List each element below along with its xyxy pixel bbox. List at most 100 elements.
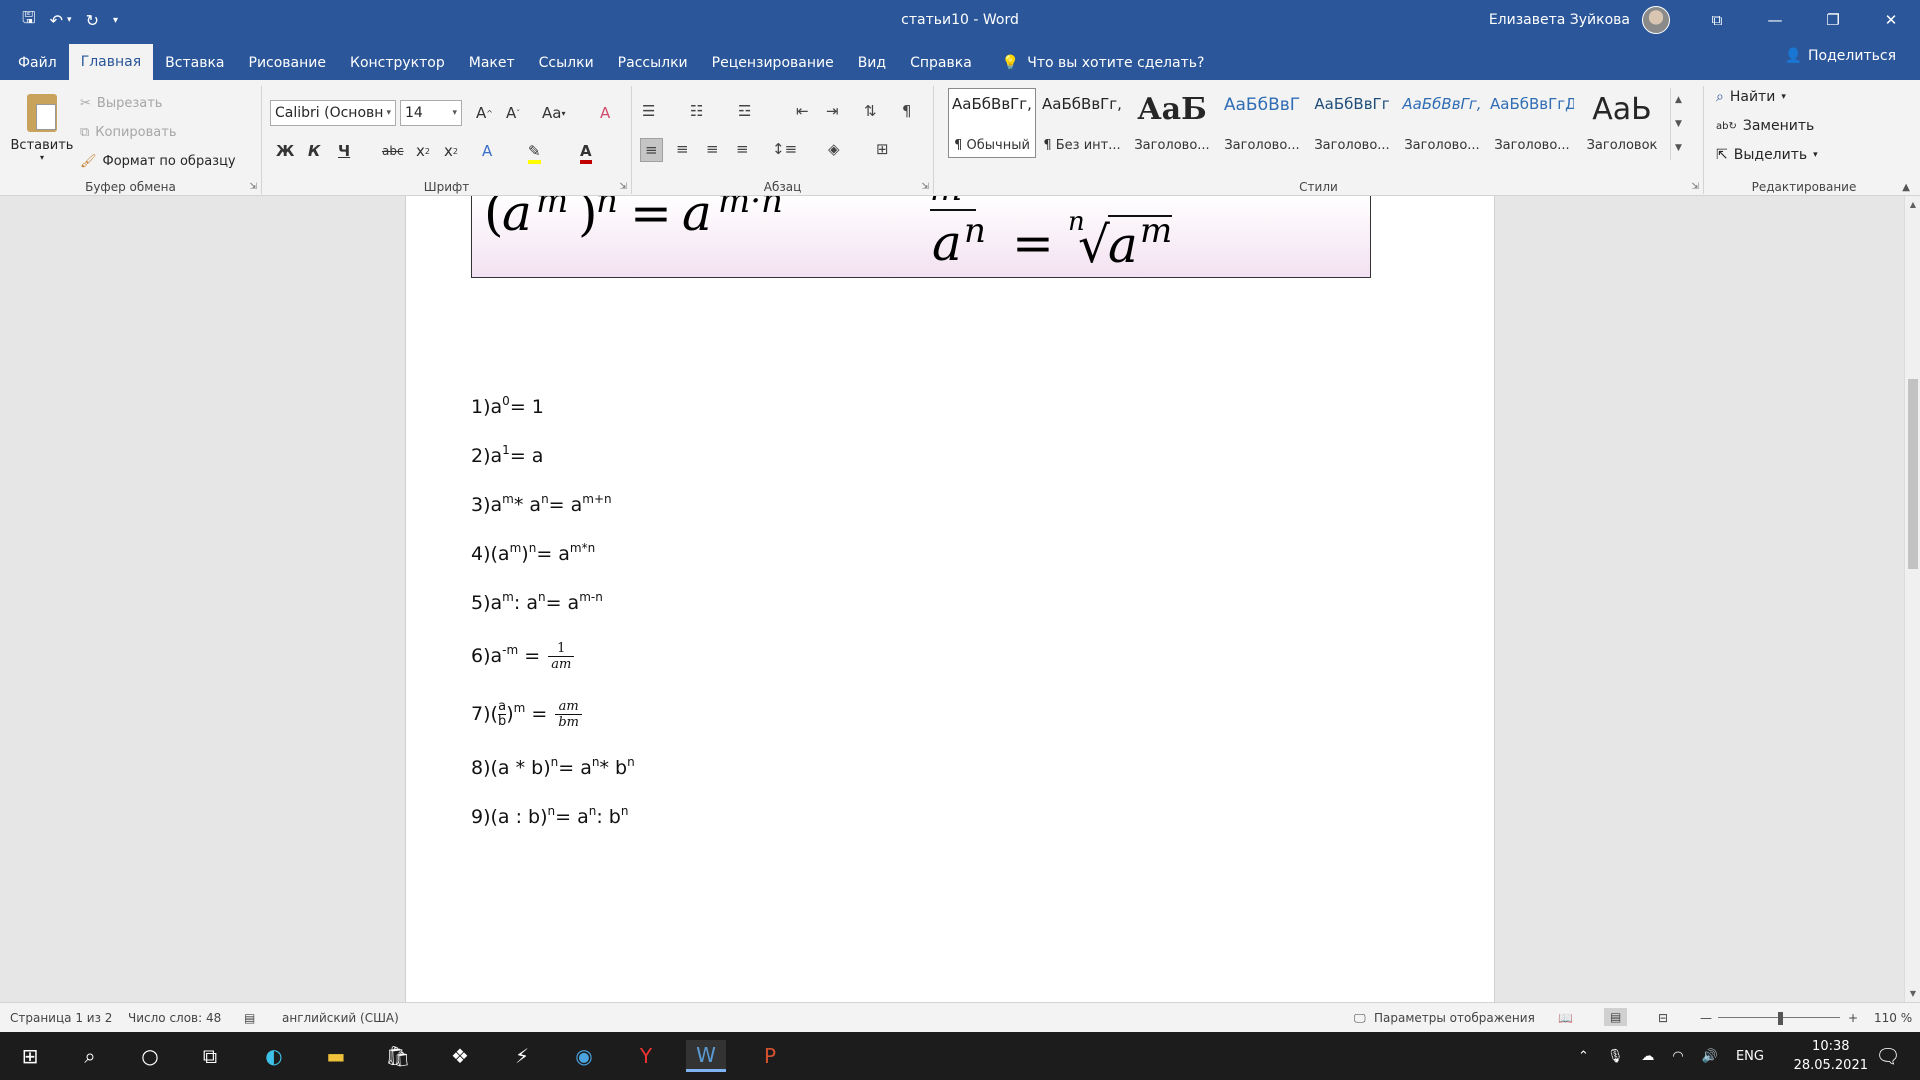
text-effects-icon[interactable]: A — [482, 142, 492, 160]
font-size-select[interactable]: 14 ▾ — [400, 100, 462, 126]
wifi-icon[interactable]: ◠ — [1672, 1049, 1683, 1064]
style-heading-5[interactable]: АаБбВвГгД Заголово... — [1488, 88, 1576, 158]
tab-layout[interactable]: Макет — [457, 46, 527, 80]
app-blue-icon[interactable]: ◉ — [564, 1040, 604, 1072]
style-heading-3[interactable]: АаБбВвГг Заголово... — [1308, 88, 1396, 158]
web-layout-icon[interactable]: ⊟ — [1658, 1011, 1668, 1025]
align-left-icon[interactable]: ≡ — [640, 138, 663, 162]
shrink-font-icon[interactable]: Aˇ — [506, 104, 520, 122]
customize-qat-icon[interactable]: ▾ — [113, 15, 118, 26]
language-indicator[interactable]: ENG — [1736, 1049, 1764, 1064]
font-color-icon[interactable]: A — [580, 142, 592, 164]
scroll-down-icon[interactable]: ▼ — [1905, 989, 1920, 998]
align-center-icon[interactable]: ≡ — [676, 140, 689, 158]
notifications-icon[interactable]: 🗨 — [1868, 1040, 1908, 1072]
change-case-icon[interactable]: Aa ▾ — [542, 104, 565, 122]
language-status[interactable]: английский (США) — [282, 1011, 399, 1025]
display-settings-icon[interactable]: 🖵 — [1354, 1011, 1366, 1026]
windows-start-icon[interactable]: ⊞ — [10, 1040, 50, 1072]
cut-button[interactable]: ✂ Вырезать — [80, 96, 162, 111]
autosave-icon[interactable]: 🖫 — [22, 7, 36, 34]
numbering-icon[interactable]: ☷ — [690, 102, 703, 120]
tab-draw[interactable]: Рисование — [237, 46, 339, 80]
style-no-spacing[interactable]: АаБбВвГг, ¶ Без инт... — [1038, 88, 1126, 158]
app-icon[interactable]: ⚡ — [502, 1040, 542, 1072]
bullets-icon[interactable]: ☰ — [642, 102, 655, 120]
highlight-icon[interactable]: ✎ — [528, 142, 541, 164]
cloud-icon[interactable]: ☁ — [1641, 1049, 1654, 1064]
replace-button[interactable]: ab↻ Заменить — [1716, 118, 1814, 134]
file-explorer-icon[interactable]: ▬ — [316, 1040, 356, 1072]
task-view-icon[interactable]: ⧉ — [190, 1040, 230, 1072]
select-button[interactable]: ⇱ Выделить ▾ — [1716, 147, 1818, 163]
clipboard-launcher-icon[interactable]: ⇲ — [249, 182, 257, 192]
user-account[interactable]: Елизавета Зуйкова — [1489, 0, 1670, 40]
font-launcher-icon[interactable]: ⇲ — [619, 182, 627, 192]
zoom-level[interactable]: 110 % — [1874, 1011, 1912, 1025]
tell-me-search[interactable]: 💡 Что вы хотите сделать? — [984, 46, 1205, 80]
microphone-icon[interactable]: 🎙 — [1607, 1049, 1624, 1064]
tab-file[interactable]: Файл — [0, 46, 69, 80]
style-heading-1[interactable]: АаБ Заголово... — [1128, 88, 1216, 158]
chevron-up-icon[interactable]: ⌃ — [1578, 1049, 1589, 1064]
share-button[interactable]: 👤 Поделиться — [1785, 48, 1896, 64]
undo-dropdown-icon[interactable]: ▾ — [67, 15, 72, 25]
tab-insert[interactable]: Вставка — [153, 46, 236, 80]
show-marks-icon[interactable]: ¶ — [902, 102, 912, 120]
scroll-up-icon[interactable]: ▲ — [1905, 200, 1920, 209]
borders-icon[interactable]: ⊞ — [876, 140, 889, 158]
font-name-select[interactable]: Calibri (Основн ▾ — [270, 100, 396, 126]
tab-design[interactable]: Конструктор — [338, 46, 457, 80]
paste-button[interactable]: Вставить ▾ — [8, 90, 76, 170]
dropbox-icon[interactable]: ❖ — [440, 1040, 480, 1072]
search-icon[interactable]: ⌕ — [70, 1040, 110, 1072]
zoom-slider-thumb[interactable] — [1778, 1012, 1783, 1025]
cortana-icon[interactable]: ○ — [130, 1040, 170, 1072]
clear-formatting-icon[interactable]: A — [600, 104, 610, 122]
style-heading-4[interactable]: АаБбВвГг, Заголово... — [1398, 88, 1486, 158]
align-right-icon[interactable]: ≡ — [706, 140, 719, 158]
copy-button[interactable]: ⧉ Копировать — [80, 125, 177, 140]
collapse-ribbon-icon[interactable]: ▲ — [1902, 182, 1910, 193]
volume-icon[interactable]: 🔊 — [1702, 1049, 1718, 1064]
scrollbar-thumb[interactable] — [1908, 379, 1918, 569]
more-styles-icon[interactable]: ▼ — [1675, 143, 1682, 153]
strikethrough-button[interactable]: abc — [382, 144, 404, 158]
style-heading-2[interactable]: АаБбВвГ Заголово... — [1218, 88, 1306, 158]
redo-icon[interactable]: ↻ — [86, 11, 99, 30]
undo-icon[interactable]: ↶ — [50, 11, 63, 30]
word-count[interactable]: Число слов: 48 — [128, 1011, 221, 1025]
chevron-up-icon[interactable]: ▲ — [1675, 95, 1682, 105]
word-icon[interactable]: W — [686, 1040, 726, 1072]
yandex-browser-icon[interactable]: Y — [626, 1040, 666, 1072]
zoom-in-icon[interactable]: + — [1848, 1011, 1858, 1025]
increase-indent-icon[interactable]: ⇥ — [826, 102, 839, 120]
tab-references[interactable]: Ссылки — [527, 46, 606, 80]
tab-mailings[interactable]: Рассылки — [606, 46, 700, 80]
tab-home[interactable]: Главная — [68, 44, 154, 80]
find-button[interactable]: ⌕ Найти ▾ — [1716, 89, 1786, 105]
style-normal[interactable]: АаБбВвГг, ¶ Обычный — [948, 88, 1036, 158]
italic-button[interactable]: К — [308, 142, 320, 160]
styles-scroll[interactable]: ▲ ▼ ▼ — [1670, 88, 1686, 160]
edge-icon[interactable]: ◐ — [254, 1040, 294, 1072]
minimize-icon[interactable]: — — [1746, 0, 1804, 40]
print-layout-icon[interactable]: ▤ — [1604, 1008, 1628, 1026]
restore-icon[interactable]: ❐ — [1804, 0, 1862, 40]
close-icon[interactable]: ✕ — [1862, 0, 1920, 40]
store-icon[interactable]: 🛍 — [378, 1040, 418, 1072]
vertical-scrollbar[interactable]: ▲ ▼ — [1904, 196, 1920, 1002]
sort-icon[interactable]: ⇅ — [864, 102, 877, 120]
format-painter-button[interactable]: 🖌 Формат по образцу — [80, 154, 236, 169]
chevron-down-icon[interactable]: ▼ — [1675, 119, 1682, 129]
zoom-out-icon[interactable]: — — [1700, 1011, 1712, 1025]
decrease-indent-icon[interactable]: ⇤ — [796, 102, 809, 120]
subscript-icon[interactable]: x2 — [416, 142, 430, 160]
proofing-icon[interactable]: ▤ — [244, 1011, 255, 1025]
paste-dropdown-icon[interactable]: ▾ — [40, 153, 44, 162]
avatar[interactable] — [1642, 6, 1670, 34]
styles-launcher-icon[interactable]: ⇲ — [1691, 182, 1699, 192]
superscript-icon[interactable]: x2 — [444, 142, 458, 160]
clock[interactable]: 10:38 28.05.2021 — [1794, 1037, 1868, 1075]
paragraph-launcher-icon[interactable]: ⇲ — [921, 182, 929, 192]
